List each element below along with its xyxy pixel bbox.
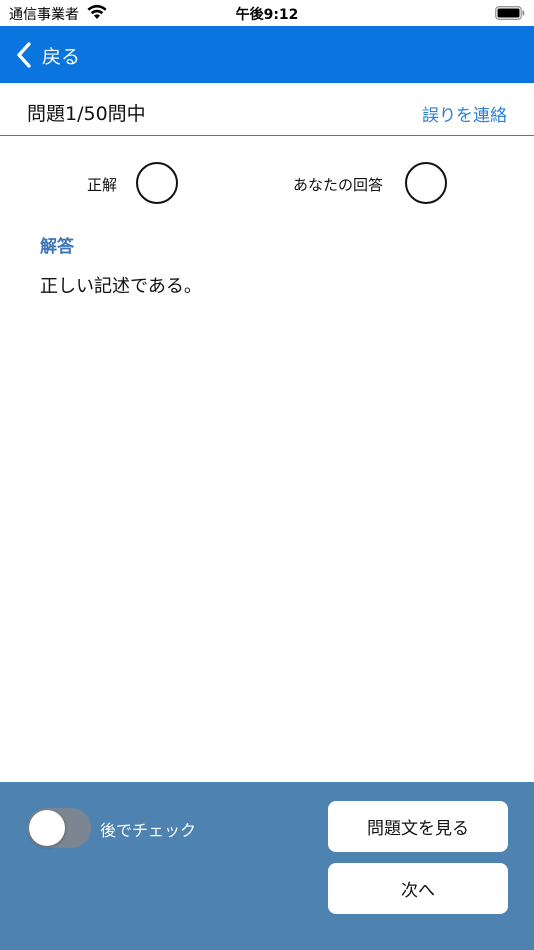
answer-heading: 解答 (40, 237, 74, 257)
status-bar: 通信事業者 午後9:12 (0, 0, 534, 26)
navigation-bar: 戻る (0, 26, 534, 83)
battery-icon (495, 6, 525, 20)
your-answer-circle-mark-icon (405, 162, 447, 204)
check-later-toggle[interactable] (27, 808, 91, 848)
bottom-action-panel: 後でチェック 問題文を見る 次へ (0, 782, 534, 950)
answer-text: 正しい記述である。 (40, 276, 202, 297)
back-button-label: 戻る (42, 46, 81, 68)
check-later-label: 後でチェック (100, 821, 197, 840)
view-question-button[interactable]: 問題文を見る (328, 801, 508, 852)
report-error-link[interactable]: 誤りを連絡 (422, 101, 507, 126)
question-header: 問題1/50問中 誤りを連絡 (0, 83, 534, 136)
question-progress: 問題1/50問中 (27, 103, 146, 125)
your-answer-label: あなたの回答 (293, 176, 384, 194)
clock-time: 午後9:12 (235, 7, 299, 23)
chevron-left-icon (17, 42, 31, 68)
toggle-knob (29, 810, 65, 846)
correct-answer-circle-mark-icon (136, 162, 178, 204)
correct-answer-label: 正解 (87, 176, 118, 194)
next-button[interactable]: 次へ (328, 863, 508, 914)
